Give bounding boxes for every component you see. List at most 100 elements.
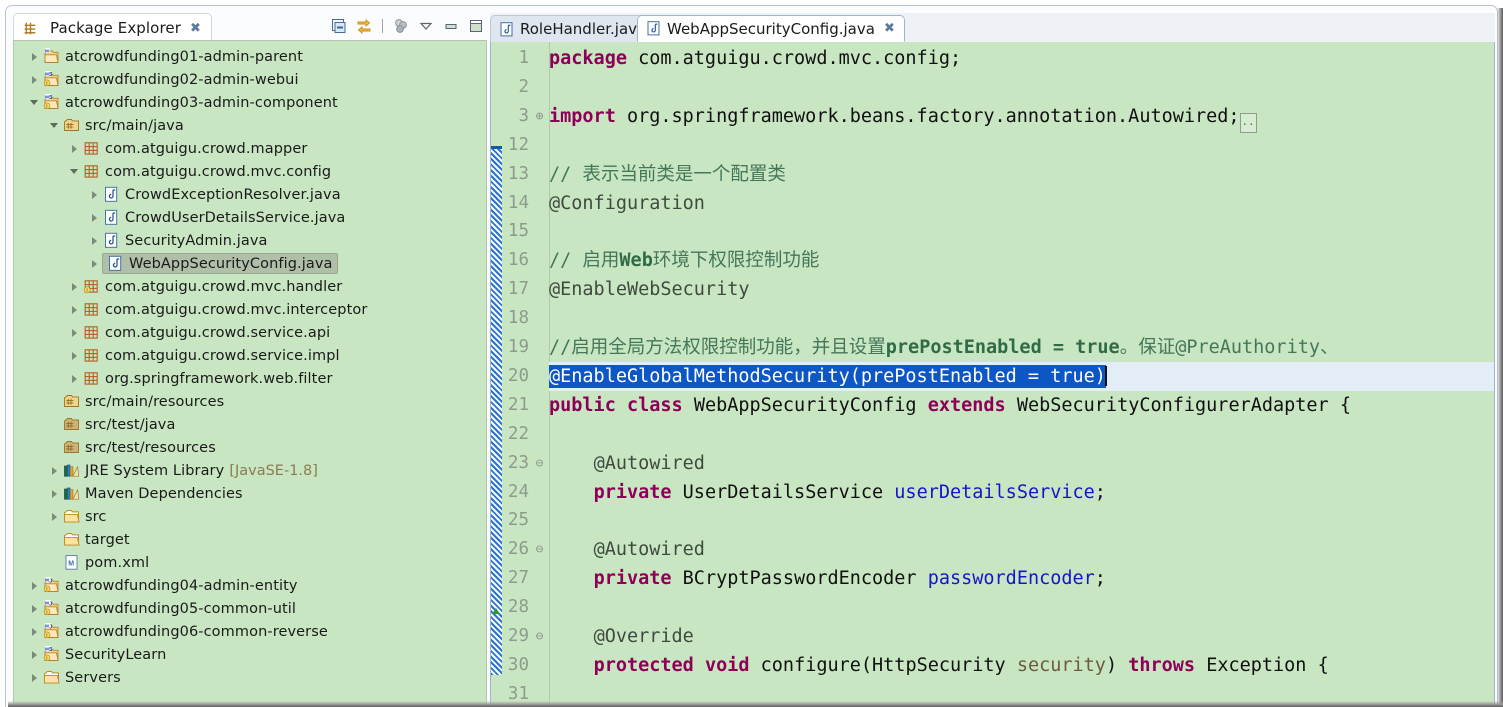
- tree-item[interactable]: Servers: [14, 666, 486, 689]
- code-text-area[interactable]: package com.atguigu.crowd.mvc.config; imp…: [549, 42, 1494, 705]
- editor-tab-webappsecurityconfig[interactable]: WebAppSecurityConfig.java ✖: [637, 15, 905, 42]
- chevron-right-icon[interactable]: [68, 372, 81, 385]
- line-number: 22: [507, 423, 529, 444]
- chevron-right-icon[interactable]: [48, 464, 61, 477]
- code-line[interactable]: [549, 506, 1494, 535]
- change-ruler[interactable]: [491, 42, 502, 705]
- code-line[interactable]: package com.atguigu.crowd.mvc.config;: [549, 44, 1494, 73]
- tree-item[interactable]: target: [14, 528, 486, 551]
- chevron-right-icon[interactable]: [88, 234, 101, 247]
- code-line[interactable]: private BCryptPasswordEncoder passwordEn…: [549, 564, 1494, 593]
- line-number: 13: [507, 163, 529, 184]
- tree-item[interactable]: org.springframework.web.filter: [14, 367, 486, 390]
- package-explorer-title: Package Explorer: [50, 19, 181, 37]
- chevron-right-icon[interactable]: [88, 188, 101, 201]
- tree-item[interactable]: src/test/resources: [14, 436, 486, 459]
- tree-item[interactable]: M S! atcrowdfunding03-admin-component: [14, 91, 486, 114]
- chevron-right-icon[interactable]: [68, 349, 81, 362]
- tree-item[interactable]: com.atguigu.crowd.mvc.config: [14, 160, 486, 183]
- package-explorer-view: Package Explorer ✖ M atcrowdfunding01-ad…: [13, 13, 487, 705]
- chevron-right-icon[interactable]: [28, 579, 41, 592]
- code-line[interactable]: @EnableGlobalMethodSecurity(prePostEnabl…: [549, 361, 1494, 391]
- package-explorer-tree-panel[interactable]: Matcrowdfunding01-admin-parent M S! atcrowd…: [13, 40, 487, 705]
- editor-tab-rolehandler[interactable]: RoleHandler.java: [490, 15, 657, 42]
- tree-item[interactable]: WebAppSecurityConfig.java: [14, 252, 486, 275]
- chevron-down-icon[interactable]: [417, 17, 435, 35]
- code-line[interactable]: public class WebAppSecurityConfig extend…: [549, 391, 1494, 420]
- code-line[interactable]: @Autowired: [549, 449, 1494, 478]
- tree-item[interactable]: JRE System Library [JavaSE-1.8]: [14, 459, 486, 482]
- tree-item[interactable]: com.atguigu.crowd.mvc.interceptor: [14, 298, 486, 321]
- fold-expand-icon[interactable]: ⊕: [533, 102, 546, 131]
- fold-collapse-icon[interactable]: ⊖: [533, 535, 546, 564]
- tree-item[interactable]: com.atguigu.crowd.service.api: [14, 321, 486, 344]
- code-line[interactable]: @Configuration: [549, 189, 1494, 218]
- chevron-down-icon[interactable]: [68, 165, 81, 178]
- code-line[interactable]: @EnableWebSecurity: [549, 275, 1494, 304]
- code-line[interactable]: [549, 131, 1494, 160]
- link-with-editor-icon[interactable]: [355, 17, 373, 35]
- tree-item-label: SecurityLearn: [65, 646, 167, 663]
- chevron-right-icon[interactable]: [48, 510, 61, 523]
- tree-item[interactable]: src/main/java: [14, 114, 486, 137]
- tree-item[interactable]: src/test/java: [14, 413, 486, 436]
- editor-body[interactable]: 1 2 3 ⊕ 12 13 14 15 16 17 18 19 20 21 22 23 ⊖ 24 25 26 ⊖ 27 28…: [490, 42, 1495, 705]
- chevron-right-icon[interactable]: [68, 280, 81, 293]
- fold-collapse-icon[interactable]: ⊖: [533, 622, 546, 651]
- minimize-icon[interactable]: [442, 17, 460, 35]
- collapse-all-icon[interactable]: [330, 17, 348, 35]
- chevron-right-icon[interactable]: [28, 671, 41, 684]
- view-menu-icon[interactable]: [392, 17, 410, 35]
- chevron-right-icon[interactable]: [68, 303, 81, 316]
- tree-item[interactable]: Mpom.xml: [14, 551, 486, 574]
- fold-collapse-icon[interactable]: ⊖: [533, 449, 546, 478]
- code-line[interactable]: [549, 593, 1494, 622]
- maximize-icon[interactable]: [467, 17, 485, 35]
- chevron-down-icon[interactable]: [48, 119, 61, 132]
- tree-item[interactable]: Maven Dependencies: [14, 482, 486, 505]
- tree-item[interactable]: com.atguigu.crowd.mapper: [14, 137, 486, 160]
- chevron-right-icon[interactable]: [88, 257, 101, 270]
- code-line[interactable]: [549, 217, 1494, 246]
- package-explorer-tab[interactable]: Package Explorer ✖: [13, 13, 212, 42]
- close-icon[interactable]: ✖: [884, 21, 895, 36]
- chevron-right-icon[interactable]: [28, 73, 41, 86]
- code-line[interactable]: @Override: [549, 622, 1494, 651]
- tree-item[interactable]: CrowdExceptionResolver.java: [14, 183, 486, 206]
- tree-item[interactable]: com.atguigu.crowd.service.impl: [14, 344, 486, 367]
- code-line[interactable]: //启用全局方法权限控制功能，并且设置prePostEnabled = true…: [549, 333, 1494, 362]
- chevron-right-icon[interactable]: [68, 142, 81, 155]
- code-line[interactable]: private UserDetailsService userDetailsSe…: [549, 478, 1494, 507]
- code-line[interactable]: [549, 73, 1494, 102]
- editor-tab-label: RoleHandler.java: [520, 20, 647, 38]
- chevron-right-icon[interactable]: [28, 602, 41, 615]
- tree-item[interactable]: ! com.atguigu.crowd.mvc.handler: [14, 275, 486, 298]
- tree-item[interactable]: src: [14, 505, 486, 528]
- chevron-right-icon[interactable]: [88, 211, 101, 224]
- tree-item[interactable]: M J! atcrowdfunding06-common-reverse: [14, 620, 486, 643]
- chevron-right-icon[interactable]: [68, 326, 81, 339]
- tree-item-content: M J! atcrowdfunding05-common-util: [43, 600, 296, 617]
- code-line[interactable]: [549, 420, 1494, 449]
- code-line[interactable]: [549, 304, 1494, 333]
- tree-item[interactable]: M J! atcrowdfunding05-common-util: [14, 597, 486, 620]
- code-line[interactable]: protected void configure(HttpSecurity se…: [549, 651, 1494, 680]
- tree-item[interactable]: CrowdUserDetailsService.java: [14, 206, 486, 229]
- tree-item[interactable]: Matcrowdfunding01-admin-parent: [14, 45, 486, 68]
- tree-item[interactable]: SecurityAdmin.java: [14, 229, 486, 252]
- close-icon[interactable]: ✖: [190, 21, 201, 36]
- chevron-down-icon[interactable]: [28, 96, 41, 109]
- chevron-right-icon[interactable]: [28, 50, 41, 63]
- chevron-right-icon[interactable]: [28, 625, 41, 638]
- tree-item[interactable]: src/main/resources: [14, 390, 486, 413]
- chevron-right-icon[interactable]: [28, 648, 41, 661]
- code-line[interactable]: // 启用Web环境下权限控制功能: [549, 246, 1494, 275]
- chevron-right-icon[interactable]: [48, 487, 61, 500]
- code-line[interactable]: @Autowired: [549, 535, 1494, 564]
- tree-item[interactable]: M S! atcrowdfunding02-admin-webui: [14, 68, 486, 91]
- code-line[interactable]: import org.springframework.beans.factory…: [549, 102, 1494, 133]
- package-icon: [84, 303, 98, 316]
- code-line[interactable]: // 表示当前类是一个配置类: [549, 160, 1494, 189]
- tree-item[interactable]: M J! atcrowdfunding04-admin-entity: [14, 574, 486, 597]
- tree-item[interactable]: M S! SecurityLearn: [14, 643, 486, 666]
